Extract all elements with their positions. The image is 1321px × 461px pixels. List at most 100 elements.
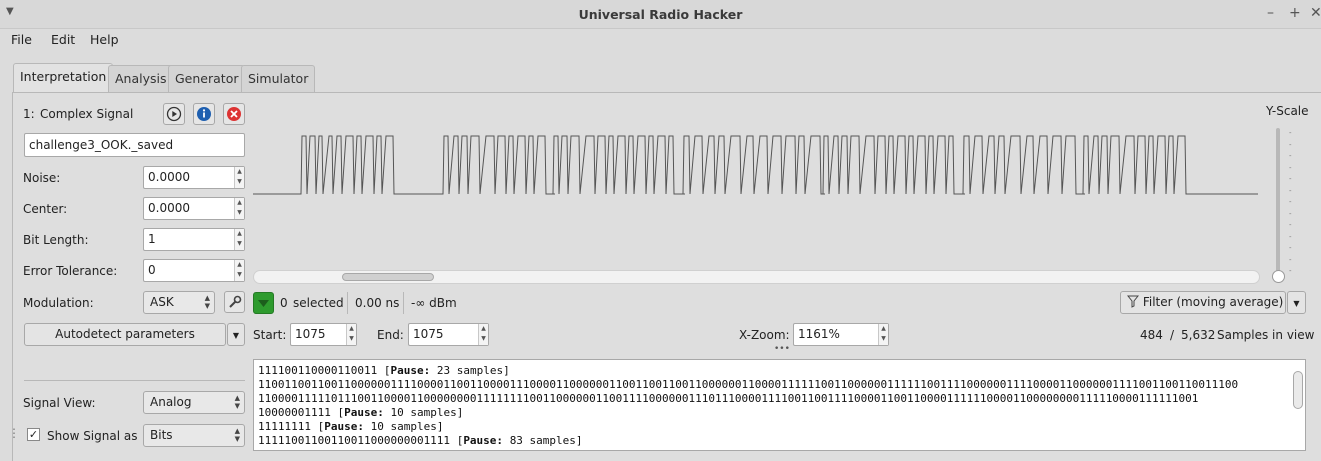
autodetect-button[interactable]: Autodetect parameters [24,323,226,346]
minimize-icon[interactable]: – [1267,5,1274,21]
combo-carets-icon: ▲ ▼ [204,294,210,310]
start-value: 1075 [295,327,326,341]
signal-waveform [253,135,1258,195]
samples-shown: 484 [1140,328,1163,342]
autodetect-dropdown-button[interactable]: ▼ [227,323,245,346]
spin-arrows-icon[interactable]: ▲ ▼ [346,324,356,345]
splitter-handle-icon[interactable]: ⋮ [8,426,20,440]
protocol-line: 1100110011001100000011110000110011000011… [258,378,1239,391]
spin-arrows-icon[interactable]: ▲ ▼ [878,324,888,345]
x-zoom-value: 1161% [798,327,840,341]
separator [403,292,404,314]
spin-arrows-icon[interactable]: ▲ ▼ [234,260,244,281]
selection-power: -∞ dBm [411,296,457,310]
protocol-vertical-scrollbar[interactable] [1293,371,1303,409]
protocol-line: 1100001111101110011000011000000001111111… [258,392,1199,405]
down-arrow-icon [258,300,269,307]
window-title: Universal Radio Hacker [578,7,743,22]
combo-carets-icon: ▲ ▼ [234,427,240,443]
close-signal-button[interactable] [223,103,245,125]
title-bar: ▼ Universal Radio Hacker – + ✕ [0,0,1321,29]
end-label: End: [377,328,404,342]
protocol-line: 10000001111 [Pause: 10 samples] [258,406,464,419]
tab-analysis[interactable]: Analysis [108,65,174,92]
y-scale-label: Y-Scale [1266,104,1309,118]
tab-interpretation[interactable]: Interpretation [13,63,114,93]
separator [347,292,348,314]
signal-type-label: Complex Signal [40,107,134,121]
error-tolerance-value: 0 [148,263,156,277]
combo-carets-icon: ▲ ▼ [234,394,240,410]
signal-view-label: Signal View: [23,396,96,410]
start-label: Start: [253,328,287,342]
spin-arrows-icon[interactable]: ▲ ▼ [234,198,244,219]
menu-file[interactable]: File [11,32,32,47]
bit-length-label: Bit Length: [23,233,89,247]
spin-arrows-icon[interactable]: ▲ ▼ [234,229,244,250]
show-signal-value: Bits [150,428,173,442]
filter-dropdown-button[interactable]: ▼ [1287,291,1306,314]
modulation-combo[interactable]: ASK ▲ ▼ [143,291,215,314]
modulation-label: Modulation: [23,296,94,310]
menu-help[interactable]: Help [90,32,119,47]
selected-count: 0 [280,296,288,310]
splitter-handle-icon[interactable]: ••• [774,344,790,354]
scrollbar-thumb[interactable] [342,273,434,281]
protocol-text-area[interactable]: 111100110000110011 [Pause: 23 samples] 11… [253,359,1306,451]
chevron-down-icon: ▼ [1293,299,1300,308]
play-icon [166,106,182,122]
show-signal-checkbox[interactable]: ✓ [27,428,40,441]
noise-spinbox[interactable]: 0.0000 ▲ ▼ [143,166,245,189]
show-signal-combo[interactable]: Bits ▲ ▼ [143,424,245,447]
info-icon [197,107,211,121]
noise-value: 0.0000 [148,170,190,184]
end-value: 1075 [413,327,444,341]
end-spinbox[interactable]: 1075 ▲ ▼ [408,323,489,346]
signal-view-value: Analog [150,395,192,409]
samples-label: Samples in view [1217,328,1315,342]
signal-horizontal-scrollbar[interactable] [253,270,1260,284]
bit-length-spinbox[interactable]: 1 ▲ ▼ [143,228,245,251]
signal-name-field[interactable]: challenge3_OOK._saved [24,133,245,157]
filter-label: Filter (moving average) [1142,295,1284,309]
bit-length-value: 1 [148,232,156,246]
modulation-settings-button[interactable] [224,291,245,313]
tab-generator[interactable]: Generator [168,65,246,92]
x-zoom-spinbox[interactable]: 1161% ▲ ▼ [793,323,889,346]
x-zoom-label: X-Zoom: [739,328,790,342]
selection-duration: 0.00 ns [355,296,400,310]
samples-separator: / [1170,328,1175,342]
menu-edit[interactable]: Edit [51,32,75,47]
info-button[interactable] [193,103,215,125]
y-scale-handle[interactable] [1272,270,1285,283]
error-tolerance-label: Error Tolerance: [23,264,118,278]
divider [24,380,245,381]
chevron-down-icon: ▼ [232,331,240,340]
signal-view-combo[interactable]: Analog ▲ ▼ [143,391,245,414]
start-spinbox[interactable]: 1075 ▲ ▼ [290,323,357,346]
samples-total: 5,632 [1181,328,1216,342]
center-label: Center: [23,202,68,216]
error-tolerance-spinbox[interactable]: 0 ▲ ▼ [143,259,245,282]
selection-button[interactable] [253,292,274,314]
filter-button[interactable]: Filter (moving average) [1120,291,1286,314]
center-spinbox[interactable]: 0.0000 ▲ ▼ [143,197,245,220]
menu-bar: File Edit Help [0,29,1321,53]
signal-index: 1: [23,107,35,121]
modulation-value: ASK [150,295,174,309]
maximize-icon[interactable]: + [1289,5,1301,21]
close-window-icon[interactable]: ✕ [1310,5,1321,21]
center-value: 0.0000 [148,201,190,215]
wrench-icon [229,295,242,308]
spin-arrows-icon[interactable]: ▲ ▼ [234,167,244,188]
signal-graph[interactable] [253,122,1258,267]
y-scale-ticks: ------------- [1289,129,1292,275]
play-button[interactable] [163,103,185,125]
close-icon [227,107,241,121]
show-signal-label: Show Signal as [47,429,138,443]
spin-arrows-icon[interactable]: ▲ ▼ [478,324,488,345]
tab-simulator[interactable]: Simulator [241,65,316,92]
y-scale-slider[interactable] [1276,128,1280,273]
noise-label: Noise: [23,171,61,185]
selected-label: selected [293,296,344,310]
